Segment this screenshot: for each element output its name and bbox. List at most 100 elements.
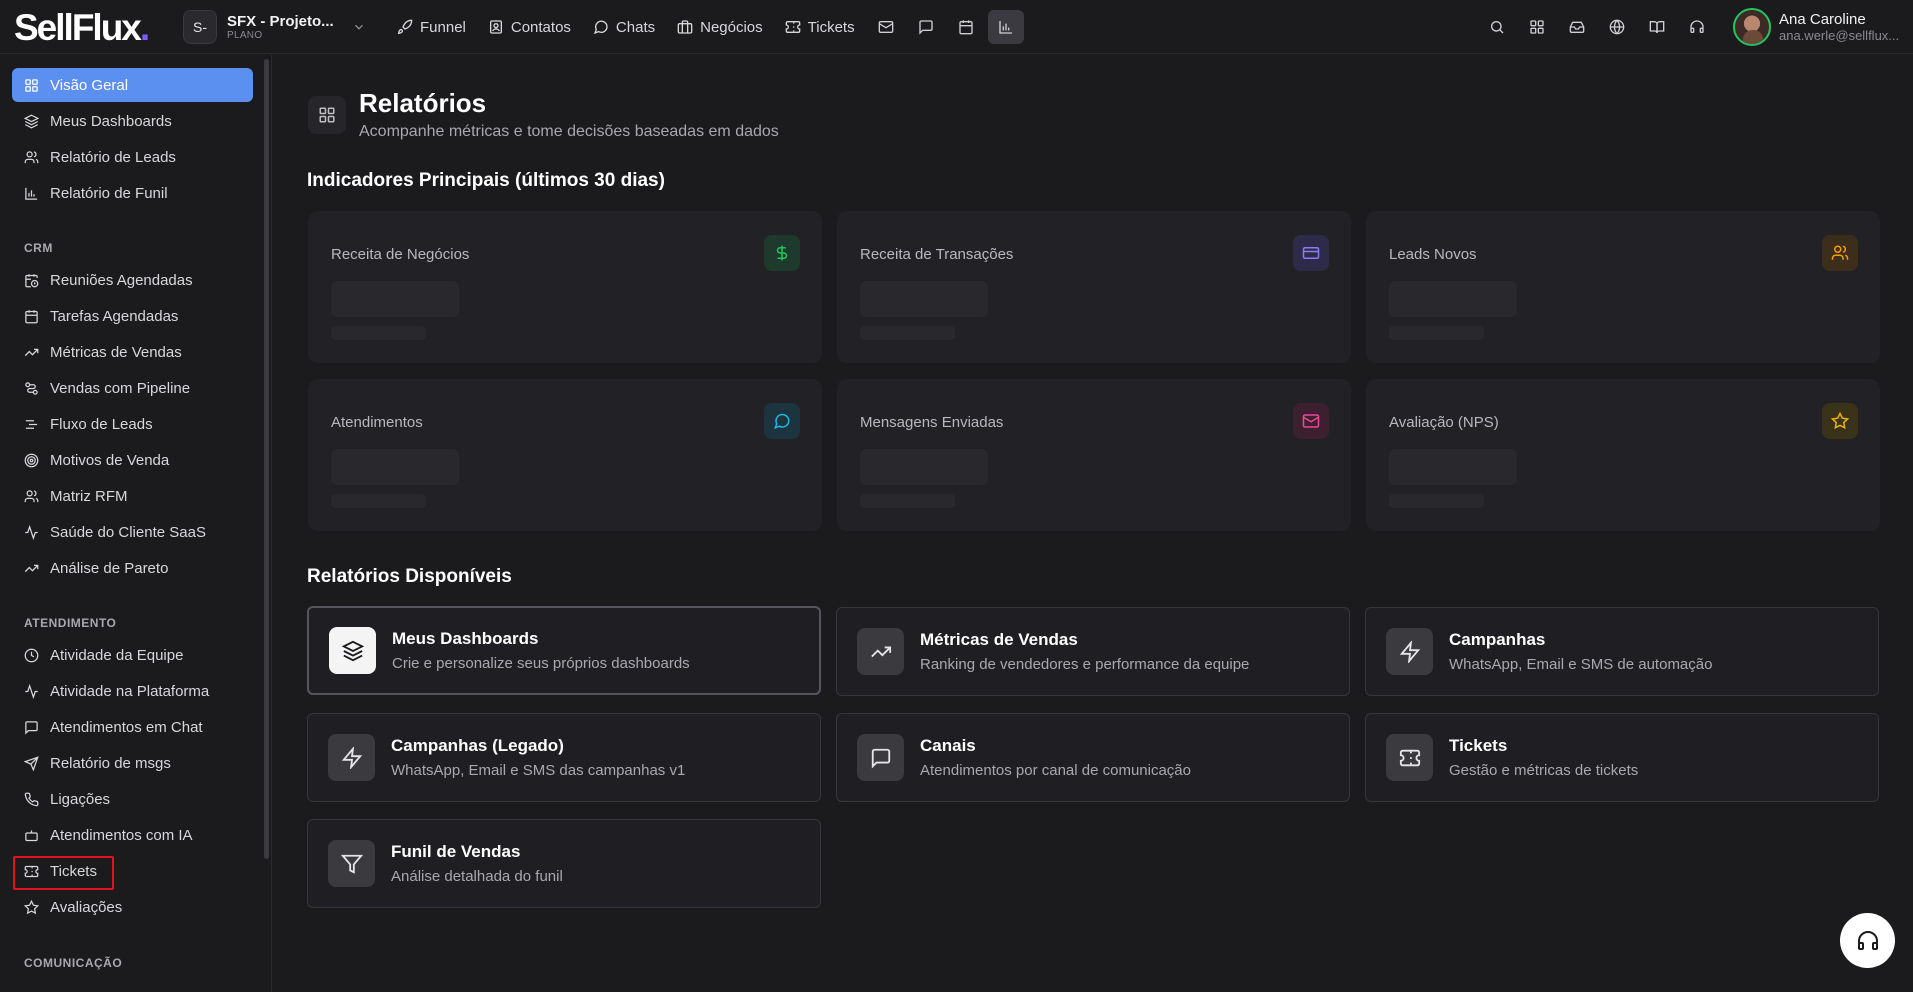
nav-funnel[interactable]: Funnel [388,12,475,42]
bar-chart-icon[interactable] [987,10,1024,44]
kpi-label: Avaliação (NPS) [1389,414,1499,431]
report-card-campanhas[interactable]: Campanhas WhatsApp, Email e SMS de autom… [1365,607,1879,696]
sidebar-item-ligacoes[interactable]: Ligações [12,782,253,816]
briefcase-icon [677,19,693,35]
list-flow-icon [24,417,39,432]
sidebar-item-matriz-rfm[interactable]: Matriz RFM [12,479,253,513]
sidebar-item-tickets[interactable]: Tickets [12,854,253,888]
sidebar-item-label: Reuniões Agendadas [50,271,193,289]
sidebar-scrollbar[interactable] [264,59,269,859]
report-card-campanhas-legado[interactable]: Campanhas (Legado) WhatsApp, Email e SMS… [307,713,821,802]
sidebar-item-tarefas[interactable]: Tarefas Agendadas [12,299,253,333]
sidebar-item-saude-cliente[interactable]: Saúde do Cliente SaaS [12,515,253,549]
book-icon[interactable] [1641,12,1673,42]
layers-icon [24,114,39,129]
sidebar-item-label: Vendas com Pipeline [50,379,191,397]
kpi-card-receita-negocios: Receita de Negócios [308,211,822,363]
message-square-icon [857,734,904,781]
inbox-icon[interactable] [1561,12,1593,42]
calendar-clock-icon [24,273,39,288]
report-title: Funil de Vendas [391,842,521,861]
users-icon [1822,235,1858,271]
user-menu[interactable]: Ana Caroline ana.werle@sellflux... [1733,8,1899,46]
sidebar-item-vendas-pipeline[interactable]: Vendas com Pipeline [12,371,253,405]
sidebar-item-label: Atividade da Equipe [50,646,184,664]
nav-tickets[interactable]: Tickets [776,12,864,42]
nav-tickets-label: Tickets [807,18,855,36]
message-square-icon [24,720,39,735]
report-title: Canais [920,736,976,755]
headset-icon[interactable] [1681,12,1713,42]
sidebar-item-atendimentos-ia[interactable]: Atendimentos com IA [12,818,253,852]
users-icon [24,150,39,165]
report-card-canais[interactable]: Canais Atendimentos por canal de comunic… [836,713,1350,802]
dollar-icon [764,235,800,271]
sidebar-item-pareto[interactable]: Análise de Pareto [12,551,253,585]
users-icon [24,489,39,504]
kpi-card-mensagens-enviadas: Mensagens Enviadas [837,379,1351,531]
headset-icon [1856,929,1880,953]
project-switcher[interactable]: S- SFX - Projeto... PLANO [183,10,366,44]
sidebar-item-relatorio-leads[interactable]: Relatório de Leads [12,140,253,174]
page-subtitle: Acompanhe métricas e tome decisões basea… [359,123,779,140]
sidebar-item-label: Métricas de Vendas [50,343,182,361]
apps-grid-icon[interactable] [1521,12,1553,42]
nav-chats[interactable]: Chats [584,12,664,42]
send-icon [24,755,39,771]
sidebar-item-label: Avaliações [50,898,123,916]
sidebar-item-visao-geral[interactable]: Visão Geral [12,68,253,102]
bot-icon [24,828,39,843]
sidebar-item-atendimentos-chat[interactable]: Atendimentos em Chat [12,710,253,744]
page-title: Relatórios [359,88,487,118]
sidebar: Visão Geral Meus Dashboards Relatório de… [0,55,272,992]
sidebar-section-comunicacao: COMUNICAÇÃO [24,956,123,970]
sidebar-item-label: Visão Geral [50,76,129,94]
sidebar-item-reunioes[interactable]: Reuniões Agendadas [12,263,253,297]
search-icon[interactable] [1481,12,1513,42]
sidebar-item-avaliacoes[interactable]: Avaliações [12,890,253,924]
header-actions [1481,12,1713,42]
kpi-section-title: Indicadores Principais (últimos 30 dias) [307,170,665,191]
sidebar-item-label: Relatório de msgs [50,754,171,772]
sidebar-item-fluxo-leads[interactable]: Fluxo de Leads [12,407,253,441]
chevron-down-icon [352,20,366,34]
sidebar-item-motivos-venda[interactable]: Motivos de Venda [12,443,253,477]
report-title: Campanhas (Legado) [391,736,564,755]
reports-section-title: Relatórios Disponíveis [307,566,512,587]
grid-icon [24,78,39,93]
report-card-meus-dashboards[interactable]: Meus Dashboards Crie e personalize seus … [307,606,821,695]
sidebar-item-label: Tarefas Agendadas [50,307,179,325]
trending-up-icon [857,628,904,675]
report-card-funil-vendas[interactable]: Funil de Vendas Análise detalhada do fun… [307,819,821,908]
calendar-icon[interactable] [948,10,984,44]
main-nav: Funnel Contatos Chats Negócios Tickets [388,10,1024,44]
sidebar-item-relatorio-funil[interactable]: Relatório de Funil [12,176,253,210]
sellflux-logo[interactable]: SellFlux. [14,8,150,48]
sidebar-item-atividade-plataforma[interactable]: Atividade na Plataforma [12,674,253,708]
message-square-icon[interactable] [908,10,944,44]
globe-icon[interactable] [1601,12,1633,42]
chat-bubble-icon [764,403,800,439]
kpi-label: Atendimentos [331,414,423,431]
loading-skeleton [860,494,955,508]
report-title: Métricas de Vendas [920,630,1078,649]
report-card-metricas-vendas[interactable]: Métricas de Vendas Ranking de vendedores… [836,607,1350,696]
sidebar-item-meus-dashboards[interactable]: Meus Dashboards [12,104,253,138]
zap-icon [1386,628,1433,675]
project-avatar: S- [183,10,217,44]
sidebar-item-relatorio-msgs[interactable]: Relatório de msgs [12,746,253,780]
sidebar-item-metricas-vendas[interactable]: Métricas de Vendas [12,335,253,369]
nav-negocios[interactable]: Negócios [668,12,772,42]
clock-icon [24,648,39,663]
sidebar-item-label: Motivos de Venda [50,451,170,469]
project-plan: PLANO [227,30,263,41]
support-chat-button[interactable] [1840,913,1895,968]
mail-icon[interactable] [868,10,904,44]
avatar [1733,8,1771,46]
nav-contatos[interactable]: Contatos [479,12,580,42]
report-card-tickets[interactable]: Tickets Gestão e métricas de tickets [1365,713,1879,802]
sidebar-item-atividade-equipe[interactable]: Atividade da Equipe [12,638,253,672]
report-description: Crie e personalize seus próprios dashboa… [392,655,690,672]
sidebar-item-label: Saúde do Cliente SaaS [50,523,206,541]
top-bar: SellFlux. S- SFX - Projeto... PLANO Funn… [0,0,1913,54]
